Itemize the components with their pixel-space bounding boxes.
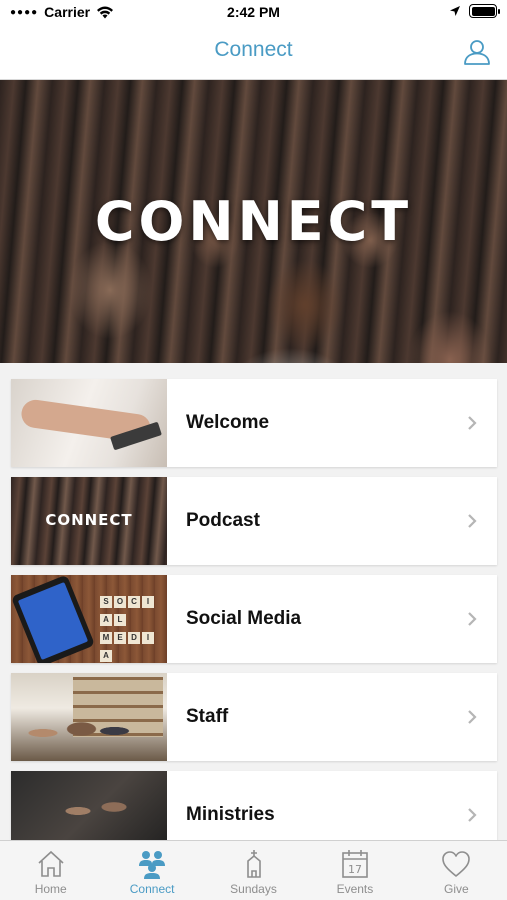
podcast-thumbnail-text: CONNECT: [45, 511, 133, 529]
menu-item-social-media[interactable]: S O C IA L M E D IA Social Media: [11, 575, 497, 663]
carrier-label: Carrier: [44, 4, 91, 20]
menu-item-label: Social Media: [186, 608, 302, 629]
letter-tile: C: [128, 596, 140, 608]
heart-icon: [442, 851, 471, 877]
calendar-date-text: 17: [348, 863, 362, 876]
letter-tile: L: [114, 614, 126, 626]
menu-item-welcome[interactable]: Welcome: [11, 379, 497, 467]
status-right: [449, 4, 500, 18]
menu-item-label: Welcome: [186, 412, 270, 433]
chevron-right-icon: [468, 710, 477, 724]
tab-label: Give: [443, 882, 469, 896]
letter-tile: S: [100, 596, 112, 608]
tab-home[interactable]: Home: [0, 841, 101, 900]
chevron-right-icon: [468, 514, 477, 528]
letter-tile: A: [100, 650, 112, 662]
staff-thumbnail: [11, 673, 167, 761]
status-left: ●●●● Carrier: [10, 4, 114, 20]
menu-item-podcast[interactable]: CONNECT Podcast: [11, 477, 497, 565]
home-icon: [38, 850, 64, 877]
tab-label: Connect: [129, 882, 175, 896]
letter-tile: I: [142, 632, 154, 644]
letter-tile: O: [114, 596, 126, 608]
tab-label: Events: [336, 882, 374, 896]
chevron-right-icon: [468, 612, 477, 626]
hero-banner: CONNECT: [0, 80, 507, 363]
letter-tile: E: [114, 632, 126, 644]
church-icon: [246, 850, 261, 878]
welcome-thumbnail: [11, 379, 167, 467]
tab-label: Sundays: [230, 882, 277, 896]
social-media-thumbnail: S O C IA L M E D IA: [11, 575, 167, 663]
location-arrow-icon: [450, 6, 460, 16]
letter-tile: M: [100, 632, 112, 644]
menu-item-staff[interactable]: Staff: [11, 673, 497, 761]
menu-item-label: Podcast: [186, 510, 260, 531]
signal-icon: ●●●●: [10, 6, 39, 18]
tab-give[interactable]: Give: [406, 841, 507, 900]
status-bar: ●●●● Carrier 2:42 PM: [0, 0, 507, 24]
tab-label: Home: [34, 882, 67, 896]
letter-tile: A: [100, 614, 112, 626]
phone-image: [11, 575, 96, 663]
calendar-icon: 17: [342, 850, 368, 878]
wifi-icon: [97, 6, 114, 19]
tab-connect[interactable]: Connect: [101, 841, 202, 900]
chevron-right-icon: [468, 416, 477, 430]
letter-tile: D: [128, 632, 140, 644]
letter-tile: I: [142, 596, 154, 608]
letter-tiles: S O C IA L M E D IA: [99, 591, 165, 663]
chevron-right-icon: [468, 808, 477, 822]
page-title: Connect: [214, 38, 293, 61]
nav-bar: Connect: [0, 24, 507, 80]
menu-item-label: Ministries: [186, 804, 275, 825]
menu-list: Welcome CONNECT Podcast S O C IA L M E D IA Soci…: [11, 379, 497, 869]
hero-title: CONNECT: [94, 190, 413, 253]
tab-sundays[interactable]: Sundays: [203, 841, 304, 900]
tab-events[interactable]: 17 Events: [304, 841, 405, 900]
menu-item-label: Staff: [186, 706, 229, 727]
tab-bar: Home Connect Sundays 17 Events Give: [0, 840, 507, 900]
podcast-thumbnail: CONNECT: [11, 477, 167, 565]
people-icon: [139, 851, 166, 879]
battery-icon: [469, 4, 500, 18]
person-icon[interactable]: [463, 38, 491, 66]
